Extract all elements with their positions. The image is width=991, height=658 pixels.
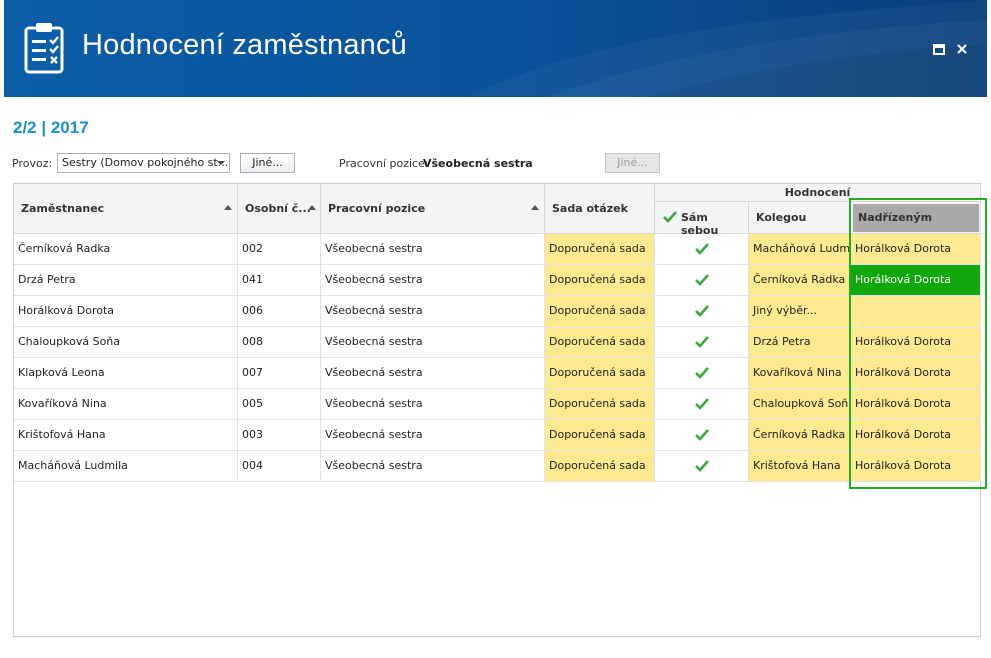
provoz-label: Provoz: (12, 157, 53, 170)
chevron-down-icon (217, 161, 225, 165)
checkmark-icon (694, 429, 709, 441)
provoz-select-value: Sestry (Domov pokojného st... (62, 156, 229, 169)
cell-no[interactable]: 003 (238, 420, 321, 451)
checkmark-icon (694, 398, 709, 410)
cell-set[interactable]: Doporučená sada (545, 265, 655, 296)
column-header-personal-no-label: Osobní č... (245, 202, 311, 215)
cell-position[interactable]: Všeobecná sestra (321, 234, 545, 265)
provoz-other-button[interactable]: Jiné... (240, 153, 295, 173)
column-header-personal-no[interactable]: Osobní č... (238, 184, 321, 234)
checkmark-icon (663, 211, 677, 223)
cell-supervisor[interactable]: Horálková Dorota (851, 358, 981, 389)
cell-employee[interactable]: Chaloupková Soňa (14, 327, 238, 358)
cell-no[interactable]: 041 (238, 265, 321, 296)
cell-set[interactable]: Doporučená sada (545, 389, 655, 420)
cell-colleague[interactable]: Macháňová Ludmila (749, 234, 851, 265)
cell-position[interactable]: Všeobecná sestra (321, 265, 545, 296)
cell-set[interactable]: Doporučená sada (545, 420, 655, 451)
cell-self[interactable] (655, 358, 749, 389)
column-header-employee[interactable]: Zaměstnanec (14, 184, 238, 234)
window-title: Hodnocení zaměstnanců (82, 29, 408, 61)
column-header-position[interactable]: Pracovní pozice (321, 184, 545, 234)
checkmark-icon (694, 305, 709, 317)
cell-employee[interactable]: Klapková Leona (14, 358, 238, 389)
column-group-header-evaluation: Hodnocení (655, 184, 981, 202)
cell-set[interactable]: Doporučená sada (545, 234, 655, 265)
cell-no[interactable]: 008 (238, 327, 321, 358)
cell-set[interactable]: Doporučená sada (545, 296, 655, 327)
column-header-colleague-label: Kolegou (756, 211, 807, 224)
column-header-employee-label: Zaměstnanec (21, 202, 105, 215)
maximize-icon[interactable] (932, 42, 946, 56)
position-value: Všeobecná sestra (423, 157, 533, 170)
cell-supervisor[interactable]: Horálková Dorota (851, 327, 981, 358)
cell-set[interactable]: Doporučená sada (545, 327, 655, 358)
cell-set[interactable]: Doporučená sada (545, 451, 655, 482)
checkmark-icon (694, 274, 709, 286)
cell-colleague[interactable]: Černíková Radka (749, 265, 851, 296)
close-icon[interactable] (955, 42, 969, 56)
window-header: Hodnocení zaměstnanců (4, 0, 987, 97)
column-header-question-set[interactable]: Sada otázek (545, 184, 655, 234)
position-label: Pracovní pozice: (339, 157, 429, 170)
cell-no[interactable]: 004 (238, 451, 321, 482)
provoz-select[interactable]: Sestry (Domov pokojného st... (57, 153, 230, 173)
cell-colleague[interactable]: Chaloupková Soňa (749, 389, 851, 420)
cell-supervisor[interactable]: Horálková Dorota (851, 265, 981, 296)
cell-employee[interactable]: Černíková Radka (14, 234, 238, 265)
cell-colleague[interactable]: Jiný výběr... (749, 296, 851, 327)
clipboard-checklist-icon (24, 23, 64, 74)
position-other-button: Jiné... (605, 153, 660, 173)
cell-self[interactable] (655, 265, 749, 296)
cell-employee[interactable]: Horálková Dorota (14, 296, 238, 327)
column-group-header-evaluation-label: Hodnocení (784, 186, 851, 199)
column-header-position-label: Pracovní pozice (328, 202, 426, 215)
cell-colleague[interactable]: Drzá Petra (749, 327, 851, 358)
cell-employee[interactable]: Kovaříková Nina (14, 389, 238, 420)
cell-colleague[interactable]: Krištofová Hana (749, 451, 851, 482)
cell-employee[interactable]: Macháňová Ludmila (14, 451, 238, 482)
cell-position[interactable]: Všeobecná sestra (321, 389, 545, 420)
cell-self[interactable] (655, 389, 749, 420)
cell-supervisor[interactable]: Horálková Dorota (851, 234, 981, 265)
cell-colleague[interactable]: Černíková Radka (749, 420, 851, 451)
cell-position[interactable]: Všeobecná sestra (321, 296, 545, 327)
cell-supervisor[interactable] (851, 296, 981, 327)
cell-no[interactable]: 002 (238, 234, 321, 265)
checkmark-icon (694, 367, 709, 379)
cell-no[interactable]: 006 (238, 296, 321, 327)
column-header-supervisor-label: Nadřízeným (858, 211, 933, 224)
employee-evaluation-grid: Zaměstnanec Osobní č... Pracovní pozice … (13, 183, 981, 637)
cell-self[interactable] (655, 234, 749, 265)
cell-no[interactable]: 007 (238, 358, 321, 389)
cell-position[interactable]: Všeobecná sestra (321, 358, 545, 389)
cell-supervisor[interactable]: Horálková Dorota (851, 389, 981, 420)
cell-supervisor[interactable]: Horálková Dorota (851, 420, 981, 451)
cell-no[interactable]: 005 (238, 389, 321, 420)
cell-position[interactable]: Všeobecná sestra (321, 327, 545, 358)
checkmark-icon (694, 460, 709, 472)
column-header-question-set-label: Sada otázek (552, 202, 628, 215)
column-header-colleague[interactable]: Kolegou (749, 202, 851, 234)
cell-employee[interactable]: Krištofová Hana (14, 420, 238, 451)
column-header-supervisor[interactable]: Nadřízeným (851, 202, 981, 234)
cell-position[interactable]: Všeobecná sestra (321, 420, 545, 451)
column-header-self[interactable]: Sám sebou (655, 202, 749, 237)
cell-self[interactable] (655, 451, 749, 482)
cell-self[interactable] (655, 420, 749, 451)
sort-ascending-icon (224, 205, 232, 210)
cell-self[interactable] (655, 327, 749, 358)
sort-ascending-icon (308, 205, 316, 210)
cell-colleague[interactable]: Kovaříková Nina (749, 358, 851, 389)
checkmark-icon (694, 243, 709, 255)
cell-set[interactable]: Doporučená sada (545, 358, 655, 389)
cell-supervisor[interactable]: Horálková Dorota (851, 451, 981, 482)
cell-employee[interactable]: Drzá Petra (14, 265, 238, 296)
sort-ascending-icon (531, 205, 539, 210)
cell-self[interactable] (655, 296, 749, 327)
checkmark-icon (694, 336, 709, 348)
cell-position[interactable]: Všeobecná sestra (321, 451, 545, 482)
header-decoration (467, 0, 987, 97)
period-label: 2/2 | 2017 (13, 118, 89, 137)
